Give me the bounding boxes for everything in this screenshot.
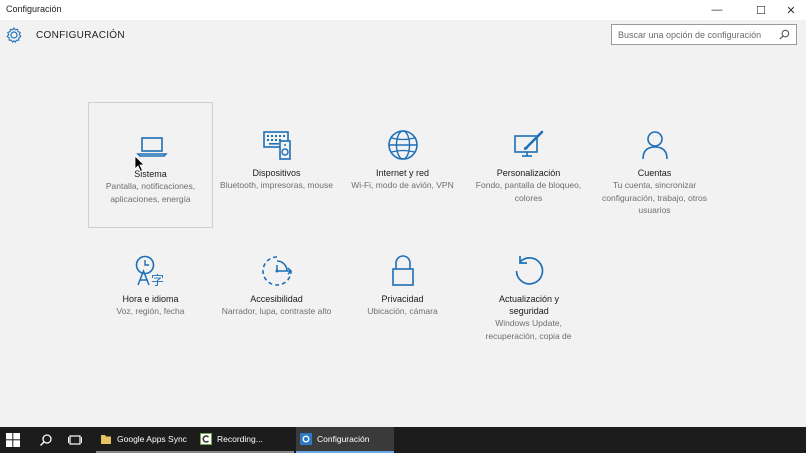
search-icon[interactable] [779, 29, 790, 40]
taskbar-app-configuracion[interactable]: Configuración [296, 427, 394, 453]
paint-icon [514, 130, 544, 157]
tile-description: Windows Update, recuperación, copia de [485, 318, 572, 341]
title-bar: Configuración — ☐ ✕ [0, 0, 806, 20]
time-language-icon: 字 [135, 255, 164, 288]
tile-description: Fondo, pantalla de bloqueo, colores [475, 180, 582, 203]
search-icon[interactable] [39, 433, 53, 447]
maximize-button[interactable]: ☐ [746, 0, 776, 20]
taskbar: Google Apps Sync Recording... Configurac… [0, 427, 806, 453]
minimize-button[interactable]: — [702, 0, 732, 20]
tile-sistema[interactable]: Sistema Pantalla, notificaciones, aplica… [88, 102, 213, 228]
tile-privacidad[interactable]: Privacidad Ubicación, cámara [340, 228, 465, 354]
close-button[interactable]: ✕ [776, 0, 806, 20]
tile-label: Accesibilidad [250, 294, 303, 304]
tile-description: Voz, región, fecha [116, 306, 185, 316]
update-icon [515, 256, 544, 285]
tile-label: Actualización y seguridad [498, 294, 560, 316]
tile-description: Bluetooth, impresoras, mouse [220, 180, 333, 190]
window-title: Configuración [6, 4, 62, 14]
tile-label: Cuentas [637, 168, 672, 178]
tile-description: Narrador, lupa, contraste alto [221, 306, 332, 316]
svg-text:字: 字 [151, 274, 164, 288]
devices-icon [263, 131, 291, 160]
recorder-icon [200, 433, 212, 445]
tile-label: Internet y red [375, 168, 430, 178]
taskbar-app-google-apps-sync[interactable]: Google Apps Sync [96, 427, 196, 453]
gear-icon [300, 433, 312, 445]
tile-description: Pantalla, notificaciones, aplicaciones, … [105, 181, 196, 204]
accessibility-icon [262, 256, 293, 286]
tile-accesibilidad[interactable]: Accesibilidad Narrador, lupa, contraste … [214, 228, 339, 354]
tile-cuentas[interactable]: Cuentas Tu cuenta, sincronizar configura… [592, 102, 717, 228]
folder-icon [101, 435, 111, 444]
globe-icon [388, 130, 418, 160]
tile-label: Sistema [134, 169, 167, 179]
tile-label: Hora e idioma [122, 294, 179, 304]
tile-label: Dispositivos [252, 168, 301, 178]
person-icon [642, 131, 668, 160]
tile-internet-y-red[interactable]: Internet y red Wi-Fi, modo de avión, VPN [340, 102, 465, 228]
tile-description: Wi-Fi, modo de avión, VPN [351, 180, 454, 190]
tile-label: Privacidad [381, 294, 424, 304]
taskbar-app-recording[interactable]: Recording... [196, 427, 294, 453]
tile-description: Ubicación, cámara [367, 306, 438, 316]
tile-actualizacion-y-seguridad[interactable]: Actualización y seguridad Windows Update… [466, 228, 591, 354]
search-box[interactable] [611, 24, 797, 45]
taskbar-app-label: Google Apps Sync [117, 434, 187, 444]
search-input[interactable] [612, 25, 774, 44]
gear-icon [6, 27, 22, 43]
tile-description: Tu cuenta, sincronizar configuración, tr… [602, 180, 707, 215]
taskbar-app-label: Recording... [217, 434, 263, 444]
tile-label: Personalización [496, 168, 561, 178]
task-view-icon[interactable] [68, 433, 82, 447]
tile-hora-e-idioma[interactable]: 字 Hora e idioma Voz, región, fecha [88, 228, 213, 354]
page-title: CONFIGURACIÓN [36, 30, 125, 41]
taskbar-app-label: Configuración [317, 434, 370, 444]
tile-personalizacion[interactable]: Personalización Fondo, pantalla de bloqu… [466, 102, 591, 228]
windows-start-icon[interactable] [6, 433, 20, 447]
mouse-cursor [134, 155, 145, 173]
lock-icon [392, 255, 414, 286]
tile-dispositivos[interactable]: Dispositivos Bluetooth, impresoras, mous… [214, 102, 339, 228]
